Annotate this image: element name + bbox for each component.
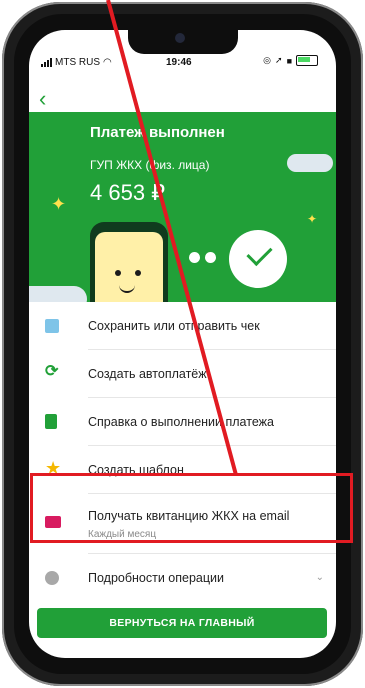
annotation-highlight-box	[30, 473, 353, 543]
document-icon	[45, 414, 57, 429]
info-icon	[45, 571, 59, 585]
camera-icon	[175, 33, 185, 43]
action-payment-certificate[interactable]: Справка о выполнении платежа	[29, 398, 336, 446]
dot-icon	[189, 252, 200, 263]
payee-name: ГУП ЖКХ (физ. лица)	[90, 158, 210, 172]
payment-amount: 4 653 ₽	[90, 180, 166, 205]
dot-icon	[205, 252, 216, 263]
checkmark-icon	[229, 230, 287, 288]
cloud-icon	[29, 286, 87, 302]
action-operation-details[interactable]: Подробности операции ⌄	[29, 554, 336, 602]
action-label: Создать автоплатёж	[88, 367, 207, 381]
action-create-autopay[interactable]: ⟳ Создать автоплатёж	[29, 350, 336, 398]
autopay-icon: ⟳	[45, 363, 59, 380]
action-save-receipt[interactable]: Сохранить или отправить чек	[29, 302, 336, 350]
carrier-name: MTS RUS	[55, 57, 100, 68]
back-button[interactable]: ‹	[39, 88, 46, 110]
location-icon: ➚	[275, 55, 283, 65]
receipt-icon	[45, 319, 59, 333]
notch	[128, 30, 238, 54]
app-screen: MTS RUS ◠ 19:46 ◎ ➚ ■ ‹ ✦ ✦ Платеж выпол…	[29, 30, 336, 658]
action-label: Сохранить или отправить чек	[88, 319, 260, 333]
battery-icon	[296, 55, 318, 66]
payment-status-title: Платеж выполнен	[90, 124, 225, 141]
alarm-icon: ◎	[263, 55, 272, 65]
success-banner: ✦ ✦ Платеж выполнен ГУП ЖКХ (физ. лица) …	[29, 112, 336, 302]
smiling-phone-icon	[90, 222, 168, 302]
lock-icon: ■	[286, 55, 292, 66]
star-icon: ★	[45, 458, 62, 478]
chevron-down-icon: ⌄	[315, 572, 324, 583]
clock: 19:46	[166, 57, 192, 68]
action-label: Подробности операции	[88, 571, 225, 585]
cloud-icon	[287, 154, 333, 172]
action-label: Справка о выполнении платежа	[88, 415, 274, 429]
sparkle-icon: ✦	[307, 212, 318, 226]
return-home-button[interactable]: ВЕРНУТЬСЯ НА ГЛАВНЫЙ	[37, 608, 327, 638]
sparkle-icon: ✦	[51, 194, 67, 214]
wifi-icon: ◠	[103, 57, 112, 68]
signal-icon	[41, 58, 52, 67]
